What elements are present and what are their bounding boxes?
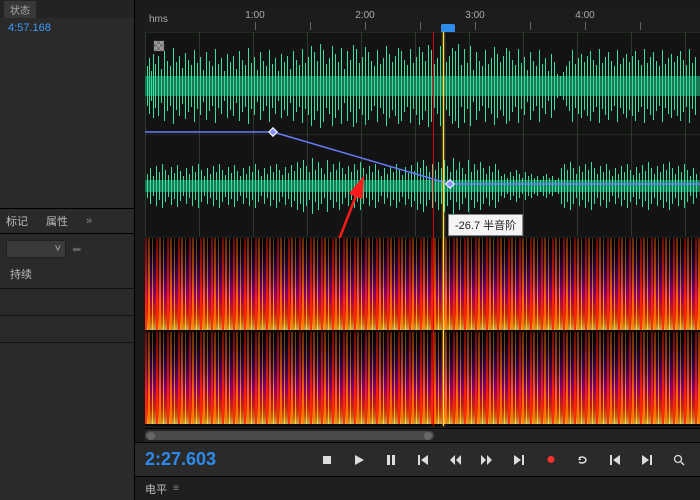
skip-forward-button[interactable] [634, 449, 660, 471]
tab-markers[interactable]: 标记 [6, 213, 28, 229]
go-start-button[interactable] [410, 449, 436, 471]
rewind-button[interactable] [442, 449, 468, 471]
envelope-tooltip: -26.7 半音阶 [448, 214, 523, 236]
play-button[interactable] [346, 449, 372, 471]
total-duration[interactable]: 4:57.168 [8, 22, 51, 34]
ruler-tick: 2:00 [355, 10, 374, 21]
ruler-tick: 4:00 [575, 10, 594, 21]
tab-properties[interactable]: 属性 [46, 213, 68, 229]
chevrons-icon[interactable]: » [86, 215, 92, 227]
level-panel-title[interactable]: 电平 [145, 481, 167, 497]
loop-button[interactable] [570, 449, 596, 471]
transport-bar: 2:27.603 ● [135, 442, 700, 476]
scrollbar-thumb[interactable] [145, 431, 434, 440]
pause-button[interactable] [378, 449, 404, 471]
stop-button[interactable] [314, 449, 340, 471]
ruler-tick: 3:00 [465, 10, 484, 21]
record-button[interactable]: ● [538, 449, 564, 471]
time-ruler[interactable]: hms 1:00 2:00 3:00 4:00 [145, 6, 700, 30]
playhead-line[interactable] [443, 32, 444, 426]
spectrogram-channel-right [145, 332, 700, 424]
status-label: 状态 [4, 1, 36, 18]
continue-label: 持续 [0, 264, 134, 284]
zoom-out-button[interactable] [666, 449, 692, 471]
spectrogram-channel-left [145, 238, 700, 330]
ruler-units: hms [149, 14, 168, 25]
back-arrow-icon[interactable]: ⬅ [72, 243, 81, 256]
editor-main: hms 1:00 2:00 3:00 4:00 [135, 0, 700, 500]
skip-back-button[interactable] [602, 449, 628, 471]
ruler-tick: 1:00 [245, 10, 264, 21]
spectrogram-view[interactable] [145, 238, 700, 426]
fast-forward-button[interactable] [474, 449, 500, 471]
property-dropdown[interactable]: ˅ [6, 240, 66, 258]
current-timecode[interactable]: 2:27.603 [135, 449, 255, 470]
waveform-view[interactable] [145, 32, 700, 236]
side-panel: 状态 持续时间 4:57.168 标记 属性 » ˅ ⬅ 持续 [0, 0, 135, 500]
marker-line[interactable] [433, 32, 434, 426]
horizontal-scrollbar[interactable] [145, 428, 700, 442]
go-end-button[interactable] [506, 449, 532, 471]
panel-menu-icon[interactable]: ≡ [173, 483, 179, 494]
